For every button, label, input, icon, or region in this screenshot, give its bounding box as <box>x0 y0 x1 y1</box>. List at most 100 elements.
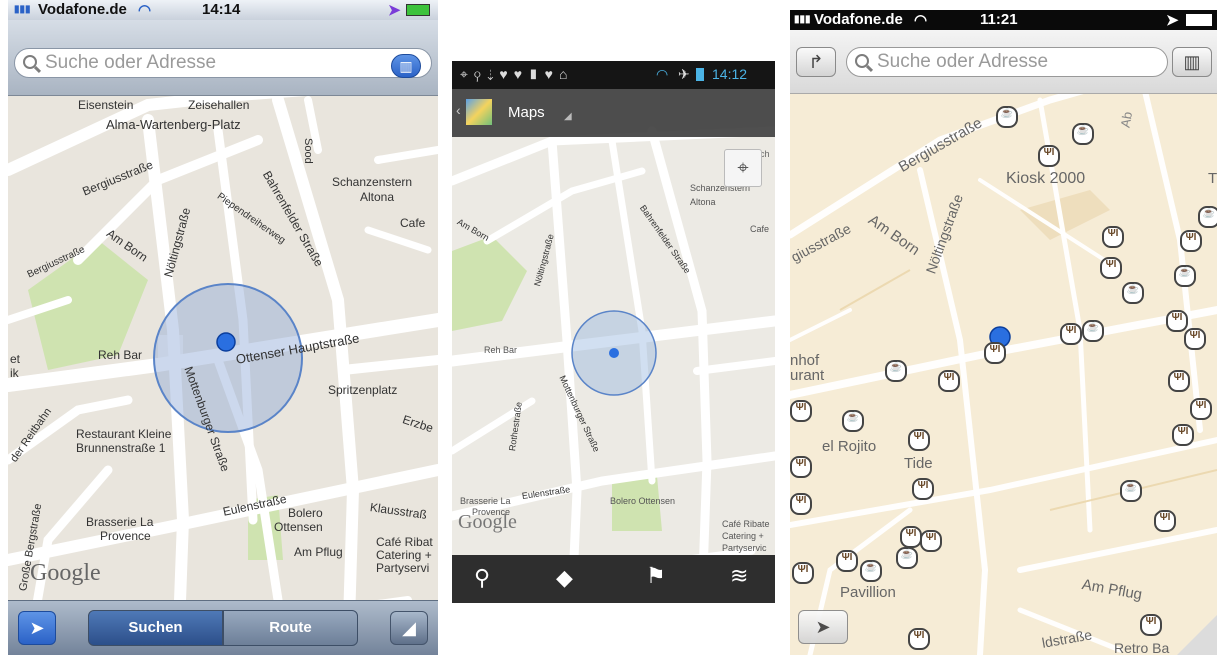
search-icon <box>855 54 869 68</box>
cafe-marker[interactable]: ☕ <box>996 106 1018 128</box>
map-label: Schanzenstern <box>332 175 413 189</box>
restaurant-marker[interactable]: ΨΙ <box>790 400 812 422</box>
map-label: Ottensen <box>274 520 323 534</box>
map-label: Café Ribate <box>722 519 770 529</box>
app-title[interactable]: Maps <box>508 104 545 121</box>
restaurant-marker[interactable]: ΨΙ <box>912 478 934 500</box>
restaurant-marker[interactable]: ΨΙ <box>1154 510 1176 532</box>
cafe-marker[interactable]: ☕ <box>1174 265 1196 287</box>
signal-icon: ▮▮▮ <box>14 4 31 15</box>
directions-icon[interactable]: ◆ <box>556 565 573 591</box>
map-label: Catering + <box>722 531 764 541</box>
map-label: Zeisehallen <box>188 98 250 112</box>
restaurant-marker[interactable]: ΨΙ <box>1038 145 1060 167</box>
status-bar: ▮▮▮ Vodafone.de ◠ 11:21 ➤ <box>790 10 1217 30</box>
page-curl-button[interactable]: ◢ <box>390 611 428 645</box>
poi-label: urant <box>790 367 825 384</box>
back-icon[interactable]: ‹ <box>456 102 461 118</box>
status-bar: ⌖⚲⇣♥♥▮♥⌂ ◠ ✈ 14:12 <box>452 61 775 89</box>
restaurant-marker[interactable]: ΨΙ <box>1180 230 1202 252</box>
status-bar: ▮▮▮ Vodafone.de ◠ 14:14 ➤ <box>8 0 438 20</box>
restaurant-marker[interactable]: ΨΙ <box>984 342 1006 364</box>
restaurant-marker[interactable]: ΨΙ <box>1060 323 1082 345</box>
search-input[interactable]: Suche oder Adresse <box>14 48 432 78</box>
cafe-marker[interactable]: ☕ <box>1072 123 1094 145</box>
tab-search[interactable]: Suchen <box>88 610 223 646</box>
poi-label: Pavillion <box>840 584 896 601</box>
dropdown-icon[interactable]: ◢ <box>564 111 572 122</box>
cafe-marker[interactable]: ☕ <box>1120 480 1142 502</box>
restaurant-marker[interactable]: ΨΙ <box>1102 226 1124 248</box>
battery-icon <box>406 4 430 16</box>
restaurant-marker[interactable]: ΨΙ <box>900 526 922 548</box>
bottom-action-bar: ⚲ ◆ ⚑ ≋ <box>452 555 775 603</box>
my-location-button[interactable]: ⌖ <box>724 149 762 187</box>
map-label: Café Ribat <box>376 535 433 549</box>
restaurant-marker[interactable]: ΨΙ <box>920 530 942 552</box>
map-label: Partyservi <box>376 561 430 575</box>
poi-label: Kiosk 2000 <box>1006 170 1086 187</box>
map-label: Restaurant Kleine <box>76 427 172 441</box>
location-arrow-icon: ➤ <box>388 2 401 19</box>
action-bar: ‹ Maps ◢ <box>452 89 775 137</box>
map-label: Catering + <box>376 548 432 562</box>
current-location-button[interactable]: ➤ <box>18 611 56 645</box>
restaurant-marker[interactable]: ΨΙ <box>1172 424 1194 446</box>
page-curl-button[interactable] <box>1177 615 1217 655</box>
map-label: Bolero Ottensen <box>610 496 676 506</box>
restaurant-marker[interactable]: ΨΙ <box>1190 398 1212 420</box>
cafe-marker[interactable]: ☕ <box>1082 320 1104 342</box>
restaurant-marker[interactable]: ΨΙ <box>938 370 960 392</box>
map-label: Cafe <box>400 216 426 230</box>
map-canvas[interactable]: Bergiusstraße Kiosk 2000 Am Born Nölting… <box>790 10 1217 655</box>
restaurant-marker[interactable]: ΨΙ <box>908 429 930 451</box>
maps-app-icon <box>466 99 492 125</box>
carrier-name: Vodafone.de <box>38 1 127 18</box>
restaurant-marker[interactable]: ΨΙ <box>1166 310 1188 332</box>
search-icon[interactable]: ⚲ <box>474 565 490 591</box>
search-input[interactable]: Suche oder Adresse <box>846 47 1168 77</box>
search-header: Suche oder Adresse ▥ <box>8 20 438 96</box>
google-logo: Google <box>458 511 517 533</box>
map-canvas[interactable]: Hohenesch Schanzenstern Altona Cafe Am B… <box>452 61 775 603</box>
map-label: Partyservic <box>722 543 767 553</box>
tab-route[interactable]: Route <box>223 610 358 646</box>
cafe-marker[interactable]: ☕ <box>896 547 918 569</box>
wifi-icon: ◠ <box>656 66 669 82</box>
notification-icons: ⌖⚲⇣♥♥▮♥⌂ <box>460 66 574 82</box>
restaurant-marker[interactable]: ΨΙ <box>1100 257 1122 279</box>
bookmark-icon[interactable]: ▥ <box>1172 47 1212 77</box>
cafe-marker[interactable]: ☕ <box>842 410 864 432</box>
map-label: Reh Bar <box>98 348 143 362</box>
battery-icon <box>696 68 704 81</box>
restaurant-marker[interactable]: ΨΙ <box>792 562 814 584</box>
map-canvas[interactable]: Eisenstein Zeisehallen Alma-Wartenberg-P… <box>8 0 438 655</box>
map-label: Cafe <box>750 224 770 234</box>
restaurant-marker[interactable]: ΨΙ <box>1168 370 1190 392</box>
cafe-marker[interactable]: ☕ <box>885 360 907 382</box>
map-label: ik <box>10 366 19 380</box>
directions-button[interactable]: ↱ <box>796 47 836 77</box>
layers-icon[interactable]: ≋ <box>730 563 748 589</box>
restaurant-marker[interactable]: ΨΙ <box>1140 614 1162 636</box>
battery-icon <box>1186 14 1212 26</box>
restaurant-marker[interactable]: ΨΙ <box>908 628 930 650</box>
map-label: Brasserie La <box>460 496 511 506</box>
places-icon[interactable]: ⚑ <box>646 563 666 589</box>
restaurant-marker[interactable]: ΨΙ <box>790 456 812 478</box>
search-placeholder: Suche oder Adresse <box>877 51 1049 72</box>
restaurant-marker[interactable]: ΨΙ <box>836 550 858 572</box>
carrier-name: Vodafone.de <box>814 11 903 28</box>
bookmark-icon[interactable]: ▥ <box>391 54 421 78</box>
cafe-marker[interactable]: ☕ <box>860 560 882 582</box>
poi-label: Retro Ba <box>1114 640 1170 655</box>
cafe-marker[interactable]: ☕ <box>1198 206 1217 228</box>
poi-label: Tide <box>904 455 933 472</box>
restaurant-marker[interactable]: ΨΙ <box>1184 328 1206 350</box>
android-google-maps-screen: Hohenesch Schanzenstern Altona Cafe Am B… <box>452 61 775 603</box>
restaurant-marker[interactable]: ΨΙ <box>790 493 812 515</box>
poi-label: T <box>1208 170 1217 187</box>
clock: 11:21 <box>980 11 1018 28</box>
current-location-button[interactable]: ➤ <box>798 610 848 644</box>
cafe-marker[interactable]: ☕ <box>1122 282 1144 304</box>
